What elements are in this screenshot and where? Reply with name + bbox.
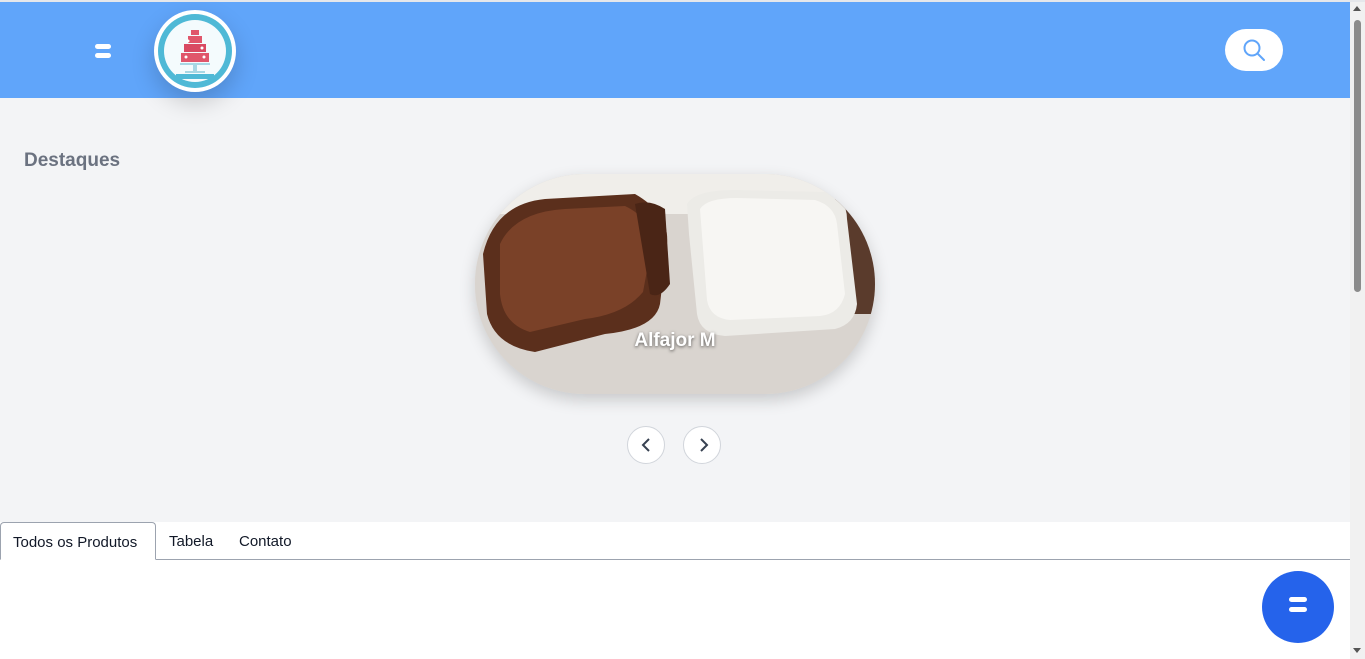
tab-bar: Todos os Produtos Tabela Contato	[0, 522, 1350, 560]
page-scrollbar[interactable]	[1350, 2, 1365, 659]
search-icon	[1243, 39, 1265, 61]
menu-button[interactable]	[86, 36, 120, 66]
tab-todos-os-produtos[interactable]: Todos os Produtos	[0, 522, 156, 560]
slide-caption: Alfajor M	[634, 330, 716, 351]
floating-menu-button[interactable]	[1262, 571, 1334, 643]
tab-contato[interactable]: Contato	[227, 522, 304, 560]
product-image	[475, 174, 875, 394]
chevron-left-icon	[641, 438, 650, 452]
site-header	[0, 2, 1350, 98]
tab-tabela[interactable]: Tabela	[157, 522, 225, 560]
cake-stand-logo	[164, 20, 226, 82]
brand-logo[interactable]	[154, 10, 236, 92]
carousel-prev-button[interactable]	[627, 426, 665, 464]
carousel-slide[interactable]: Alfajor M	[475, 174, 875, 394]
carousel-next-button[interactable]	[683, 426, 721, 464]
chevron-right-icon	[700, 438, 709, 452]
scroll-up-arrow-icon[interactable]	[1353, 6, 1361, 11]
page: Destaques Alfajor M Todos os Produtos Ta…	[0, 0, 1365, 659]
search-button[interactable]	[1225, 29, 1283, 71]
section-title: Destaques	[24, 150, 121, 171]
products-section: Todos os Produtos Tabela Contato	[0, 522, 1350, 659]
scroll-down-arrow-icon[interactable]	[1353, 648, 1361, 653]
scroll-thumb[interactable]	[1354, 20, 1361, 292]
